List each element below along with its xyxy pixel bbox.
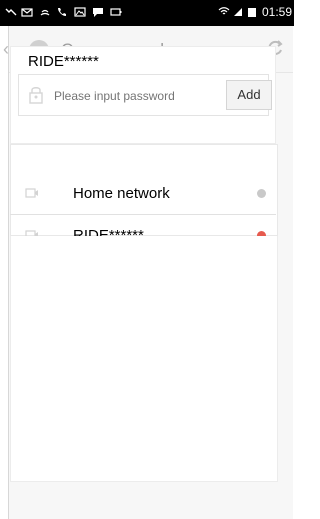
camera-icon (25, 188, 38, 198)
network-label: Home network (73, 185, 170, 202)
ssid-label: RIDE****** (28, 53, 99, 70)
gallery-icon (74, 7, 86, 17)
wifi-icon (218, 7, 230, 15)
missed-call-icon (5, 8, 17, 16)
phone-icon (58, 8, 66, 16)
list-empty-space (10, 236, 278, 482)
status-dot (257, 189, 266, 198)
lock-icon (29, 87, 43, 104)
battery-icon (248, 8, 256, 17)
chat-icon (93, 8, 103, 17)
battery-icon (110, 8, 122, 16)
add-button[interactable]: Add (226, 80, 272, 110)
mail-icon (21, 8, 33, 17)
password-input[interactable] (54, 86, 214, 106)
status-time: 01:59 (261, 5, 292, 19)
signal-icon (234, 8, 242, 16)
status-bar: 01:59 (0, 0, 294, 26)
back-chevron-icon[interactable]: ‹ (3, 39, 9, 60)
cast-icon (40, 9, 50, 16)
